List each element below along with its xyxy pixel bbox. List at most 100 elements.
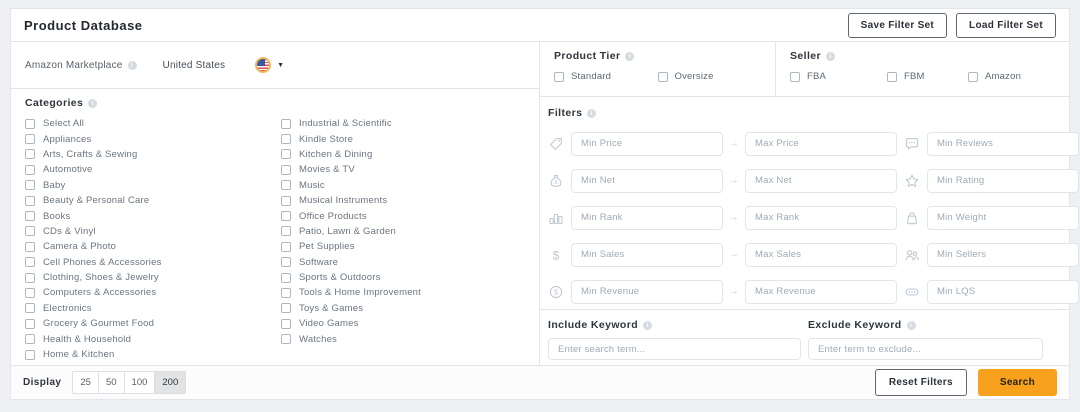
fba-checkbox[interactable]: FBA: [790, 71, 887, 82]
category-item[interactable]: Camera & Photo: [25, 239, 281, 254]
checkbox-icon[interactable]: [281, 180, 291, 191]
fbm-checkbox[interactable]: FBM: [887, 71, 968, 82]
category-item[interactable]: Tools & Home Improvement: [281, 285, 537, 300]
category-item[interactable]: Electronics: [25, 301, 281, 316]
min-rating-input[interactable]: [927, 168, 1079, 193]
checkbox-icon[interactable]: [25, 195, 35, 206]
checkbox-icon[interactable]: [25, 257, 35, 268]
checkbox-icon[interactable]: [281, 211, 291, 222]
category-item[interactable]: Automotive: [25, 162, 281, 177]
info-icon[interactable]: i: [127, 60, 137, 70]
checkbox-icon[interactable]: [25, 272, 35, 283]
checkbox-icon[interactable]: [281, 257, 291, 268]
category-item[interactable]: Cell Phones & Accessories: [25, 255, 281, 270]
category-item[interactable]: Sports & Outdoors: [281, 270, 537, 285]
page-size-50-button[interactable]: 50: [97, 371, 125, 394]
category-item[interactable]: Industrial & Scientific: [281, 116, 537, 131]
category-item[interactable]: Toys & Games: [281, 301, 537, 316]
checkbox-icon[interactable]: [281, 272, 291, 283]
max-net-input[interactable]: [745, 168, 897, 193]
marketplace-dropdown[interactable]: ▼: [255, 57, 284, 73]
min-rank-input[interactable]: [571, 205, 723, 230]
checkbox-icon[interactable]: [25, 164, 35, 175]
checkbox-icon[interactable]: [281, 164, 291, 175]
info-icon[interactable]: i: [625, 51, 635, 61]
page-size-25-button[interactable]: 25: [72, 371, 99, 394]
category-item[interactable]: Home & Kitchen: [25, 347, 281, 362]
min-sales-input[interactable]: [571, 242, 723, 267]
max-sales-input[interactable]: [745, 242, 897, 267]
category-item[interactable]: Kindle Store: [281, 131, 537, 146]
min-weight-input[interactable]: [927, 205, 1079, 230]
standard-checkbox[interactable]: Standard: [554, 71, 658, 82]
checkbox-icon[interactable]: [281, 149, 291, 160]
checkbox-icon[interactable]: [281, 241, 291, 252]
info-icon[interactable]: i: [587, 108, 597, 118]
category-item[interactable]: Kitchen & Dining: [281, 147, 537, 162]
info-icon[interactable]: i: [906, 320, 916, 330]
category-item[interactable]: Office Products: [281, 208, 537, 223]
search-button[interactable]: Search: [977, 369, 1057, 396]
checkbox-icon[interactable]: [25, 180, 35, 191]
info-icon[interactable]: i: [643, 320, 653, 330]
category-item[interactable]: Books: [25, 208, 281, 223]
checkbox-icon[interactable]: [281, 318, 291, 329]
category-item[interactable]: Baby: [25, 178, 281, 193]
category-item[interactable]: Clothing, Shoes & Jewelry: [25, 270, 281, 285]
page-size-200-button[interactable]: 200: [154, 371, 187, 394]
checkbox-icon[interactable]: [25, 118, 35, 129]
category-item[interactable]: Music: [281, 178, 537, 193]
category-item[interactable]: Health & Household: [25, 331, 281, 346]
checkbox-icon[interactable]: [887, 71, 897, 82]
checkbox-icon[interactable]: [281, 303, 291, 314]
info-icon[interactable]: i: [88, 98, 98, 108]
checkbox-icon[interactable]: [25, 334, 35, 345]
checkbox-icon[interactable]: [281, 334, 291, 345]
min-reviews-input[interactable]: [927, 131, 1079, 156]
category-item[interactable]: CDs & Vinyl: [25, 224, 281, 239]
checkbox-icon[interactable]: [554, 71, 564, 82]
max-rank-input[interactable]: [745, 205, 897, 230]
min-sellers-input[interactable]: [927, 242, 1079, 267]
category-item[interactable]: Arts, Crafts & Sewing: [25, 147, 281, 162]
reset-filters-button[interactable]: Reset Filters: [874, 369, 967, 396]
checkbox-icon[interactable]: [281, 134, 291, 145]
checkbox-icon[interactable]: [25, 287, 35, 298]
category-item[interactable]: Musical Instruments: [281, 193, 537, 208]
checkbox-icon[interactable]: [790, 71, 800, 82]
category-item[interactable]: Computers & Accessories: [25, 285, 281, 300]
checkbox-icon[interactable]: [657, 71, 668, 82]
category-item[interactable]: Grocery & Gourmet Food: [25, 316, 281, 331]
load-filter-set-button[interactable]: Load Filter Set: [956, 12, 1056, 38]
checkbox-icon[interactable]: [968, 71, 978, 82]
max-price-input[interactable]: [745, 131, 897, 156]
min-lqs-input[interactable]: [927, 279, 1079, 304]
category-item[interactable]: Watches: [281, 331, 537, 346]
save-filter-set-button[interactable]: Save Filter Set: [847, 12, 948, 38]
min-price-input[interactable]: [571, 131, 723, 156]
info-icon[interactable]: i: [826, 51, 836, 61]
category-item[interactable]: Video Games: [281, 316, 537, 331]
checkbox-icon[interactable]: [281, 287, 291, 298]
checkbox-icon[interactable]: [25, 211, 35, 222]
checkbox-icon[interactable]: [25, 134, 35, 145]
category-item[interactable]: Patio, Lawn & Garden: [281, 224, 537, 239]
category-item[interactable]: Beauty & Personal Care: [25, 193, 281, 208]
checkbox-icon[interactable]: [281, 226, 291, 237]
checkbox-icon[interactable]: [25, 303, 35, 314]
checkbox-icon[interactable]: [25, 226, 35, 237]
checkbox-icon[interactable]: [25, 241, 35, 252]
category-item[interactable]: Movies & TV: [281, 162, 537, 177]
checkbox-icon[interactable]: [25, 318, 35, 329]
min-revenue-input[interactable]: [571, 279, 723, 304]
page-size-100-button[interactable]: 100: [123, 371, 156, 394]
min-net-input[interactable]: [571, 168, 723, 193]
checkbox-icon[interactable]: [25, 349, 35, 360]
oversize-checkbox[interactable]: Oversize: [657, 71, 762, 82]
category-item-select-all[interactable]: Select All: [25, 116, 281, 131]
category-item[interactable]: Software: [281, 255, 537, 270]
category-item[interactable]: Appliances: [25, 131, 281, 146]
include-keyword-input[interactable]: [548, 338, 801, 360]
amazon-checkbox[interactable]: Amazon: [968, 71, 1021, 82]
max-revenue-input[interactable]: [745, 279, 897, 304]
